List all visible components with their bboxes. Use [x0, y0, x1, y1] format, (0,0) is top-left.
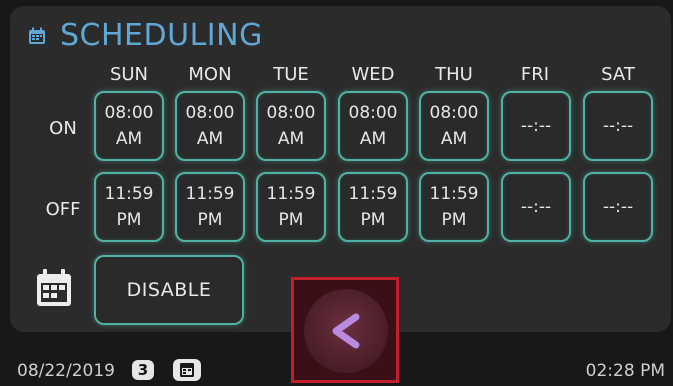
chevron-left-icon [332, 313, 360, 349]
slot-period: AM [359, 129, 387, 149]
header: SCHEDULING [28, 18, 263, 53]
day-header-tue: TUE [273, 64, 309, 85]
slot-time: 11:59 [348, 184, 398, 204]
slot-period: PM [441, 210, 467, 230]
day-header-wed: WED [351, 64, 395, 85]
slot-time: 11:59 [429, 184, 479, 204]
row-label-off: OFF [45, 199, 81, 220]
day-header-sun: SUN [109, 64, 149, 85]
on-slot-sat[interactable]: --:-- [583, 91, 653, 161]
slot-period: PM [278, 210, 304, 230]
disable-button[interactable]: DISABLE [94, 255, 244, 325]
page-title: SCHEDULING [60, 18, 263, 53]
slot-period: AM [115, 129, 143, 149]
off-slot-sun[interactable]: 11:59 PM [94, 172, 164, 242]
day-header-fri: FRI [520, 64, 550, 85]
slot-time: --:-- [520, 116, 552, 136]
slot-period: AM [277, 129, 305, 149]
back-button[interactable] [304, 289, 388, 373]
slot-period: PM [197, 210, 223, 230]
slot-period: AM [196, 129, 224, 149]
back-button-highlight [291, 277, 399, 383]
slot-time: 08:00 [104, 103, 154, 123]
off-slot-tue[interactable]: 11:59 PM [256, 172, 326, 242]
on-slot-thu[interactable]: 08:00 AM [419, 91, 489, 161]
off-slot-wed[interactable]: 11:59 PM [338, 172, 408, 242]
slot-time: 08:00 [266, 103, 316, 123]
footer-date: 08/22/2019 [17, 361, 115, 381]
on-slot-mon[interactable]: 08:00 AM [175, 91, 245, 161]
off-slot-mon[interactable]: 11:59 PM [175, 172, 245, 242]
day-header-mon: MON [188, 64, 232, 85]
row-label-on: ON [49, 118, 77, 139]
slot-time: 08:00 [185, 103, 235, 123]
slot-period: AM [440, 129, 468, 149]
day-header-sat: SAT [601, 64, 635, 85]
slot-time: --:-- [602, 116, 634, 136]
slot-time: --:-- [520, 197, 552, 217]
calendar-icon [29, 27, 45, 44]
off-slot-thu[interactable]: 11:59 PM [419, 172, 489, 242]
calendar-icon [173, 359, 201, 381]
off-slot-sat[interactable]: --:-- [583, 172, 653, 242]
on-slot-sun[interactable]: 08:00 AM [94, 91, 164, 161]
slot-time: 08:00 [348, 103, 398, 123]
slot-time: --:-- [602, 197, 634, 217]
calendar-icon [37, 269, 71, 306]
on-slot-wed[interactable]: 08:00 AM [338, 91, 408, 161]
on-slot-fri[interactable]: --:-- [501, 91, 571, 161]
slot-time: 08:00 [429, 103, 479, 123]
footer-time: 02:28 PM [585, 361, 665, 381]
off-slot-fri[interactable]: --:-- [501, 172, 571, 242]
slot-time: 11:59 [185, 184, 235, 204]
slot-time: 11:59 [104, 184, 154, 204]
day-header-thu: THU [435, 64, 473, 85]
on-slot-tue[interactable]: 08:00 AM [256, 91, 326, 161]
slot-time: 11:59 [266, 184, 316, 204]
schedule-count-badge: 3 [132, 360, 154, 380]
slot-period: PM [360, 210, 386, 230]
slot-period: PM [116, 210, 142, 230]
